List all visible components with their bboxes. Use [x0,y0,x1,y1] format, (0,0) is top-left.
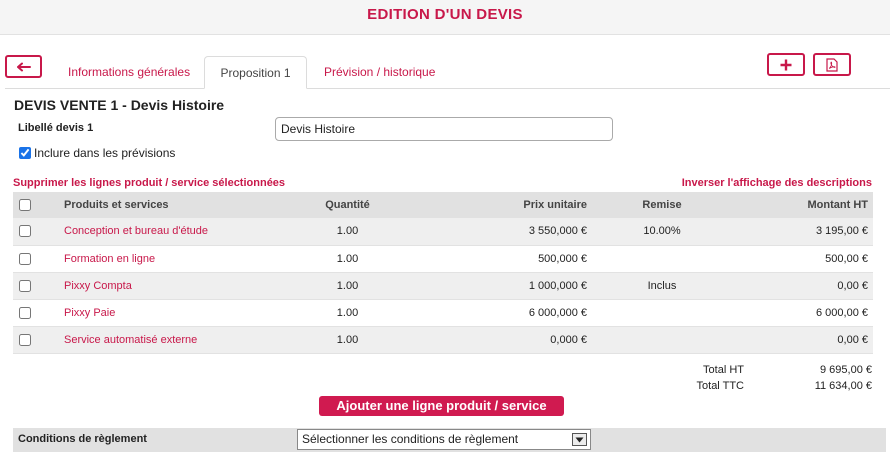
add-line-button[interactable]: Ajouter une ligne produit / service [319,396,564,416]
discount-cell [592,245,732,273]
total-ttc-value: 11 634,00 € [814,380,872,392]
total-ht-label: Total HT [703,364,744,376]
table-row: Conception et bureau d'étude 1.00 3 550,… [13,218,873,246]
amount-cell: 3 195,00 € [732,218,873,246]
quantity-cell: 1.00 [293,326,402,354]
row-select-cell [13,245,38,273]
unit-price-cell: 3 550,000 € [402,218,592,246]
unit-price-cell: 500,000 € [402,245,592,273]
col-header-amount: Montant HT [732,192,873,218]
row-select-cell [13,299,38,327]
libelle-label: Libellé devis 1 [18,122,94,134]
row-checkbox[interactable] [19,333,31,346]
product-name-link[interactable]: Service automatisé externe [38,326,293,354]
quantity-cell: 1.00 [293,218,402,246]
conditions-select[interactable]: Sélectionner les conditions de règlement [297,429,591,450]
include-previsions-label: Inclure dans les prévisions [34,146,176,160]
discount-cell: Inclus [592,272,732,300]
toggle-descriptions-link[interactable]: Inverser l'affichage des descriptions [682,177,872,189]
devis-title: DEVIS VENTE 1 - Devis Histoire [14,97,225,113]
page-title: EDITION D'UN DEVIS [367,6,523,23]
tab-informations-generales[interactable]: Informations générales [54,56,204,89]
quantity-cell: 1.00 [293,272,402,300]
col-header-discount: Remise [592,192,732,218]
conditions-label: Conditions de règlement [18,433,147,445]
col-header-products: Produits et services [38,192,293,218]
table-row: Pixxy Compta 1.00 1 000,000 € Inclus 0,0… [13,272,873,300]
table-row: Service automatisé externe 1.00 0,000 € … [13,326,873,354]
unit-price-cell: 1 000,000 € [402,272,592,300]
quantity-cell: 1.00 [293,245,402,273]
row-checkbox[interactable] [19,225,31,238]
row-checkbox[interactable] [19,252,31,265]
page-header: EDITION D'UN DEVIS [0,0,890,35]
amount-cell: 0,00 € [732,326,873,354]
table-row: Pixxy Paie 1.00 6 000,000 € 6 000,00 € [13,299,873,327]
include-previsions-row[interactable]: Inclure dans les prévisions [18,146,175,160]
col-header-quantity: Quantité [293,192,402,218]
total-ttc-row: Total TTC 11 634,00 € [0,380,890,395]
chevron-down-icon [572,433,587,446]
pdf-file-icon [826,57,838,72]
arrow-left-icon [16,62,31,71]
include-previsions-checkbox[interactable] [19,147,31,159]
row-select-cell [13,218,38,246]
plus-icon [780,59,792,70]
row-checkbox[interactable] [19,279,31,292]
unit-price-cell: 0,000 € [402,326,592,354]
amount-cell: 500,00 € [732,245,873,273]
select-all-checkbox[interactable] [19,199,31,211]
table-row: Formation en ligne 1.00 500,000 € 500,00… [13,245,873,273]
tab-proposition-1[interactable]: Proposition 1 [204,56,307,89]
products-table: Produits et services Quantité Prix unita… [13,192,873,354]
product-name-link[interactable]: Formation en ligne [38,245,293,273]
tab-prevision-historique[interactable]: Prévision / historique [310,56,449,89]
select-all-cell [13,192,38,218]
total-ht-row: Total HT 9 695,00 € [0,364,890,379]
total-ttc-label: Total TTC [696,380,744,392]
tabs-divider [5,88,890,89]
discount-cell: 10.00% [592,218,732,246]
back-button[interactable] [5,55,42,78]
libelle-input[interactable] [275,117,613,141]
total-ht-value: 9 695,00 € [820,364,872,376]
discount-cell [592,326,732,354]
unit-price-cell: 6 000,000 € [402,299,592,327]
amount-cell: 6 000,00 € [732,299,873,327]
quantity-cell: 1.00 [293,299,402,327]
add-button[interactable] [767,53,805,76]
delete-selected-lines-link[interactable]: Supprimer les lignes produit / service s… [13,177,285,189]
pdf-export-button[interactable] [813,53,851,76]
amount-cell: 0,00 € [732,272,873,300]
col-header-unit-price: Prix unitaire [402,192,592,218]
product-name-link[interactable]: Pixxy Paie [38,299,293,327]
row-checkbox[interactable] [19,306,31,319]
table-header-row: Produits et services Quantité Prix unita… [13,192,873,218]
product-name-link[interactable]: Conception et bureau d'étude [38,218,293,246]
row-select-cell [13,326,38,354]
row-select-cell [13,272,38,300]
product-name-link[interactable]: Pixxy Compta [38,272,293,300]
discount-cell [592,299,732,327]
conditions-select-value: Sélectionner les conditions de règlement [302,432,519,446]
